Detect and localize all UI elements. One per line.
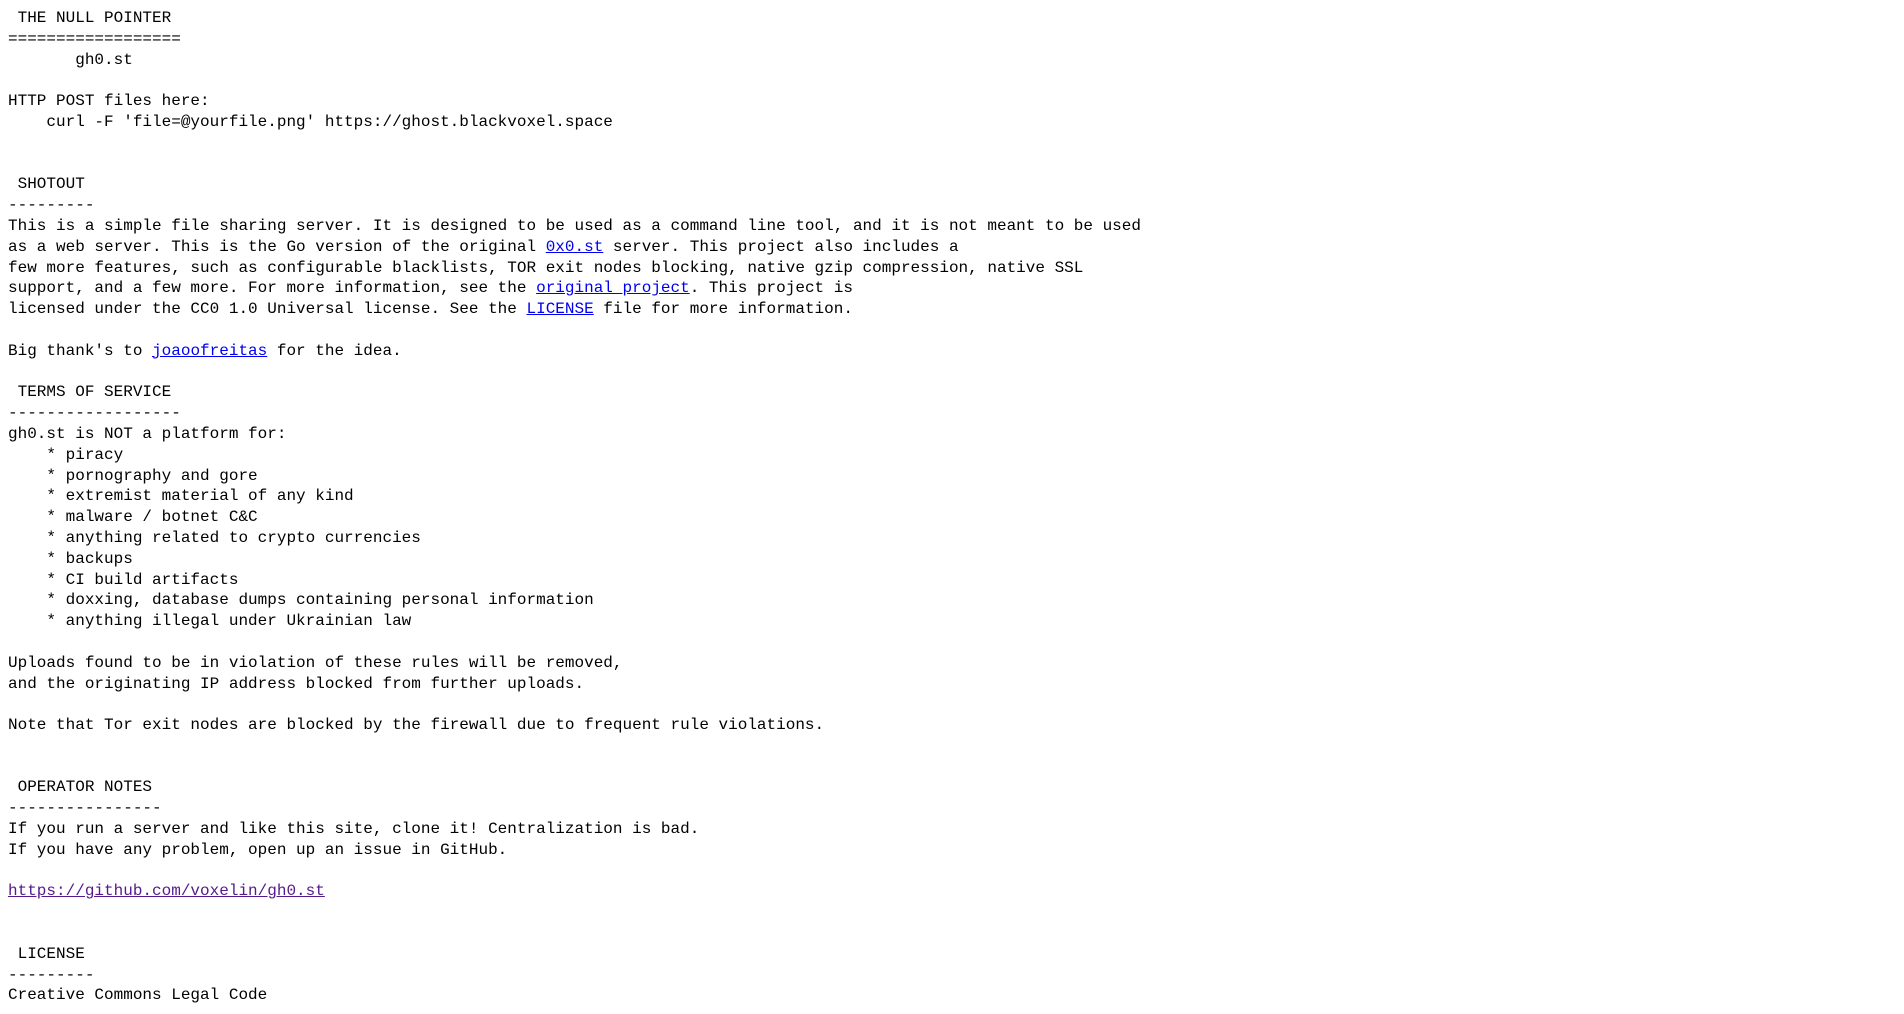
tos-tor: Note that Tor exit nodes are blocked by … bbox=[8, 716, 824, 734]
tos-item: * extremist material of any kind bbox=[8, 487, 354, 505]
tos-item: * anything related to crypto currencies bbox=[8, 529, 421, 547]
shotout-line2a: as a web server. This is the Go version … bbox=[8, 238, 546, 256]
tos-item: * anything illegal under Ukrainian law bbox=[8, 612, 411, 630]
license-line1: Creative Commons Legal Code bbox=[8, 986, 267, 1004]
shotout-heading: SHOTOUT bbox=[8, 175, 85, 193]
shotout-line5a: licensed under the CC0 1.0 Universal lic… bbox=[8, 300, 526, 318]
shotout-line5b: file for more information. bbox=[594, 300, 853, 318]
title-line: THE NULL POINTER bbox=[8, 9, 171, 27]
link-joaoofreitas[interactable]: joaoofreitas bbox=[152, 342, 267, 360]
tos-violation2: and the originating IP address blocked f… bbox=[8, 675, 584, 693]
thanks-b: for the idea. bbox=[267, 342, 401, 360]
tos-violation1: Uploads found to be in violation of thes… bbox=[8, 654, 623, 672]
tos-item: * piracy bbox=[8, 446, 123, 464]
tos-item: * backups bbox=[8, 550, 133, 568]
link-github-repo[interactable]: https://github.com/voxelin/gh0.st bbox=[8, 882, 325, 900]
title-sep: ================== bbox=[8, 30, 181, 48]
tos-item: * CI build artifacts bbox=[8, 571, 238, 589]
document-body: THE NULL POINTER ================== gh0.… bbox=[8, 8, 1896, 1006]
shotout-sep: --------- bbox=[8, 196, 94, 214]
tos-heading: TERMS OF SERVICE bbox=[8, 383, 171, 401]
license-heading: LICENSE bbox=[8, 945, 85, 963]
thanks-a: Big thank's to bbox=[8, 342, 152, 360]
tos-item: * malware / botnet C&C bbox=[8, 508, 258, 526]
shotout-line4b: . This project is bbox=[690, 279, 853, 297]
sitename: gh0.st bbox=[8, 51, 133, 69]
post-header: HTTP POST files here: bbox=[8, 92, 210, 110]
tos-item: * doxxing, database dumps containing per… bbox=[8, 591, 594, 609]
operator-heading: OPERATOR NOTES bbox=[8, 778, 152, 796]
link-0x0[interactable]: 0x0.st bbox=[546, 238, 604, 256]
tos-sep: ------------------ bbox=[8, 404, 181, 422]
link-license[interactable]: LICENSE bbox=[526, 300, 593, 318]
post-cmd: curl -F 'file=@yourfile.png' https://gho… bbox=[8, 113, 613, 131]
operator-line1: If you run a server and like this site, … bbox=[8, 820, 699, 838]
shotout-line1: This is a simple file sharing server. It… bbox=[8, 217, 1141, 235]
operator-line2: If you have any problem, open up an issu… bbox=[8, 841, 507, 859]
shotout-line4a: support, and a few more. For more inform… bbox=[8, 279, 536, 297]
operator-sep: ---------------- bbox=[8, 799, 162, 817]
shotout-line2b: server. This project also includes a bbox=[603, 238, 958, 256]
shotout-line3: few more features, such as configurable … bbox=[8, 259, 1083, 277]
tos-item: * pornography and gore bbox=[8, 467, 258, 485]
license-sep: --------- bbox=[8, 966, 94, 984]
link-original-project[interactable]: original project bbox=[536, 279, 690, 297]
tos-intro: gh0.st is NOT a platform for: bbox=[8, 425, 286, 443]
